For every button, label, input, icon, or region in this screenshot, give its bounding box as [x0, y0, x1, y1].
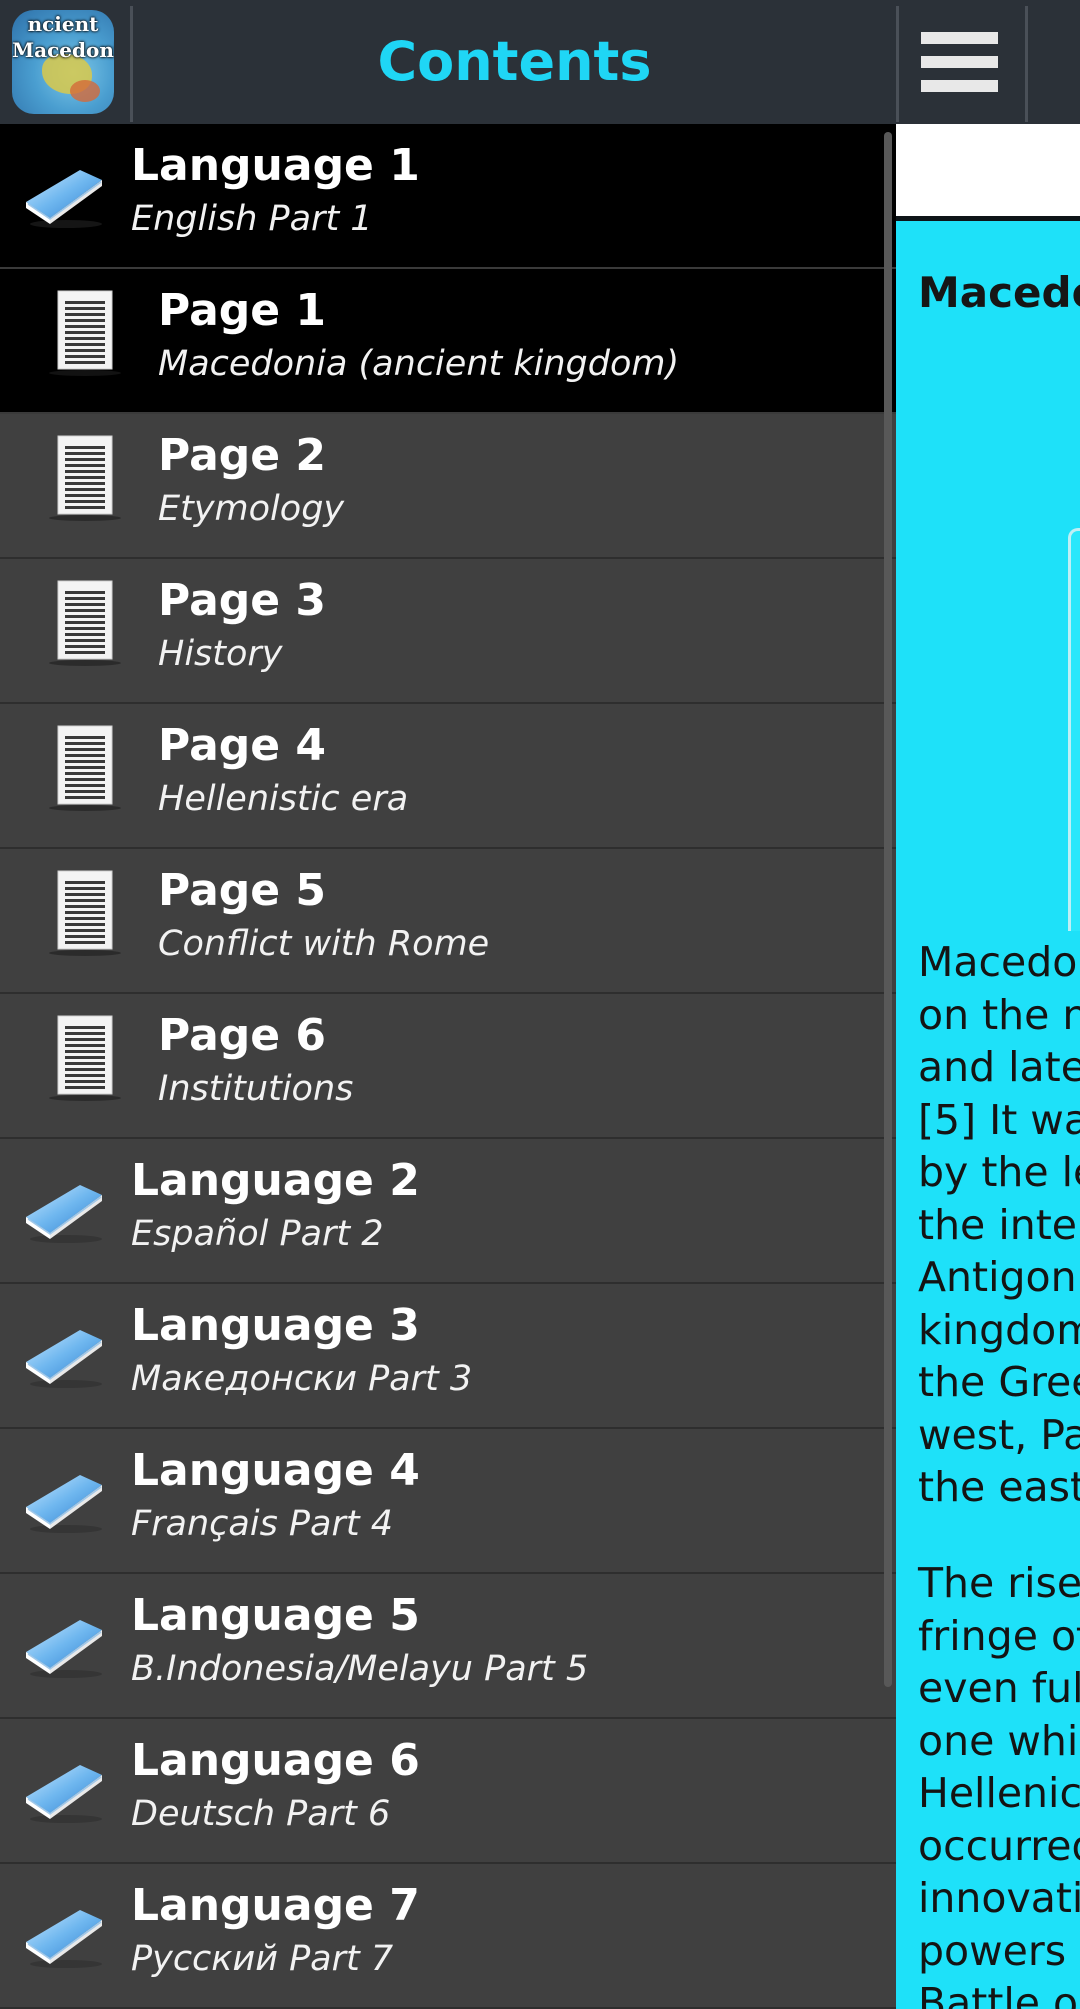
item-title: Page 4	[158, 720, 327, 771]
language-item[interactable]: Language 5 B.Indonesia/Melayu Part 5	[0, 1574, 896, 1719]
app-logo[interactable]: ncient Macedonia	[12, 10, 114, 114]
item-subtitle: B.Indonesia/Melayu Part 5	[131, 1649, 589, 1689]
item-title: Page 6	[158, 1010, 327, 1061]
article-line: and late	[918, 1043, 1080, 1091]
article-line: powers	[918, 1926, 1067, 1975]
content-banner	[896, 124, 1080, 221]
page-item[interactable]: Page 6 Institutions	[0, 994, 896, 1139]
article-line: the Gree	[918, 1358, 1080, 1406]
item-title: Page 3	[158, 575, 327, 626]
item-subtitle: Français Part 4	[131, 1504, 393, 1544]
item-title: Language 4	[131, 1445, 420, 1496]
item-subtitle: Español Part 2	[131, 1214, 384, 1254]
item-subtitle: Македонски Part 3	[131, 1359, 473, 1399]
document-icon	[48, 724, 122, 812]
document-icon	[48, 289, 122, 377]
item-subtitle: Hellenistic era	[158, 779, 409, 819]
content-pane: Macedo Macedoon the nand late[5] It waby…	[896, 0, 1080, 2009]
article-heading: Macedo	[918, 268, 1080, 317]
item-title: Language 7	[131, 1880, 420, 1931]
article-line: one whic	[918, 1716, 1080, 1765]
page-item[interactable]: Page 5 Conflict with Rome	[0, 849, 896, 994]
hamburger-menu-icon[interactable]	[896, 0, 1028, 124]
item-title: Language 1	[131, 140, 420, 191]
item-subtitle: Conflict with Rome	[158, 924, 490, 964]
item-title: Page 2	[158, 430, 327, 481]
article-line: kingdom	[918, 1305, 1080, 1354]
item-subtitle: History	[158, 634, 283, 674]
document-icon	[48, 1014, 122, 1102]
navigation-drawer[interactable]: ncient Macedonia Contents Language 1 Engl…	[0, 0, 896, 2009]
language-item[interactable]: Language 3 Македонски Part 3	[0, 1284, 896, 1429]
item-title: Language 2	[131, 1155, 420, 1206]
item-subtitle: English Part 1	[131, 199, 373, 239]
article-line: [5] It wa	[918, 1095, 1080, 1144]
item-subtitle: Etymology	[158, 489, 345, 529]
article-paragraph-2: The risefringe ofeven fulone whicHelleni…	[918, 1557, 1080, 2009]
article-line: occurred	[918, 1821, 1080, 1870]
toolbar-divider	[1025, 6, 1028, 122]
language-item[interactable]: Language 6 Deutsch Part 6	[0, 1719, 896, 1864]
book-icon	[22, 1322, 106, 1390]
article-image[interactable]	[1068, 528, 1080, 931]
book-icon	[22, 162, 106, 230]
article-line: Hellenic	[918, 1769, 1080, 1817]
document-icon	[48, 869, 122, 957]
article-line: Macedo	[918, 938, 1078, 986]
item-subtitle: Institutions	[158, 1069, 354, 1109]
article-line: Antigon	[918, 1253, 1077, 1301]
language-item[interactable]: Language 4 Français Part 4	[0, 1429, 896, 1574]
language-item[interactable]: Language 1 English Part 1	[0, 124, 896, 269]
page-item[interactable]: Page 1 Macedonia (ancient kingdom)	[0, 269, 896, 414]
article-paragraph-1: Macedoon the nand late[5] It waby the le…	[918, 936, 1080, 1514]
drawer-scrollbar[interactable]	[884, 132, 892, 1687]
article-line: the east	[918, 1463, 1080, 1511]
article-line: by the le	[918, 1148, 1080, 1196]
item-title: Page 5	[158, 865, 327, 916]
book-icon	[22, 1612, 106, 1680]
article-line: The rise	[918, 1559, 1080, 1607]
language-item[interactable]: Language 7 Русский Part 7	[0, 1864, 896, 2009]
item-subtitle: Macedonia (ancient kingdom)	[158, 344, 680, 384]
article-line: innovati	[918, 1874, 1080, 1922]
book-icon	[22, 1467, 106, 1535]
contents-list: Language 1 English Part 1 Page 1 Macedonia …	[0, 124, 896, 2009]
article-line: west, Pa	[918, 1410, 1080, 1459]
page-item[interactable]: Page 4 Hellenistic era	[0, 704, 896, 849]
drawer-header: ncient Macedonia Contents	[0, 0, 896, 124]
article-line: fringe of	[918, 1611, 1080, 1660]
document-icon	[48, 579, 122, 667]
item-title: Language 6	[131, 1735, 420, 1786]
article-line: even ful	[918, 1664, 1080, 1712]
logo-text: ncient	[27, 12, 99, 36]
document-icon	[48, 434, 122, 522]
book-icon	[22, 1902, 106, 1970]
book-icon	[22, 1757, 106, 1825]
language-item[interactable]: Language 2 Español Part 2	[0, 1139, 896, 1284]
logo-text: Macedonia	[12, 38, 114, 62]
item-subtitle: Deutsch Part 6	[131, 1794, 391, 1834]
article-line: the inter	[918, 1200, 1080, 1249]
content-toolbar	[896, 0, 1080, 124]
item-subtitle: Русский Part 7	[131, 1939, 394, 1979]
article-line: Battle o	[918, 1979, 1079, 2009]
item-title: Language 5	[131, 1590, 420, 1641]
item-title: Language 3	[131, 1300, 420, 1351]
page-item[interactable]: Page 3 History	[0, 559, 896, 704]
item-title: Page 1	[158, 285, 327, 336]
book-icon	[22, 1177, 106, 1245]
drawer-title: Contents	[377, 30, 652, 93]
page-item[interactable]: Page 2 Etymology	[0, 414, 896, 559]
article-line: on the n	[918, 990, 1080, 1039]
